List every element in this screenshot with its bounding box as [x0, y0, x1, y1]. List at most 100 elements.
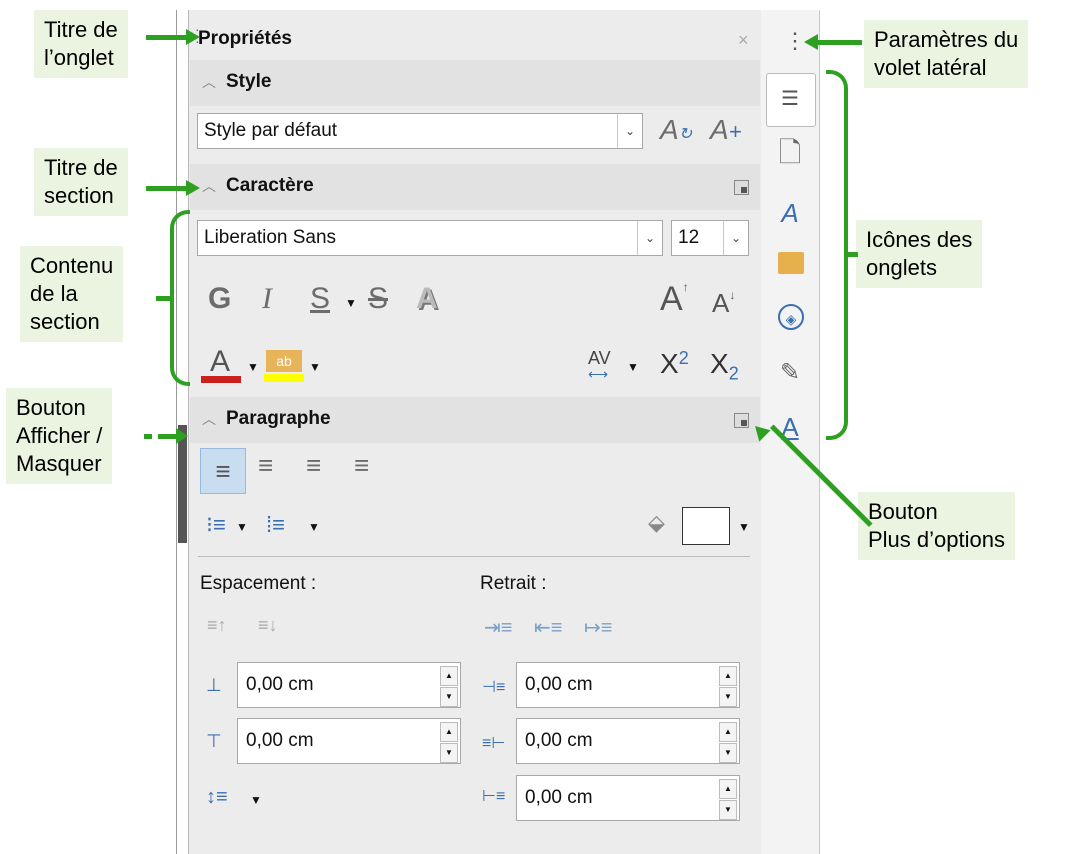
line-spacing-dropdown-icon[interactable]: ▼ — [250, 793, 262, 807]
highlight-icon[interactable]: ab — [266, 350, 302, 372]
style-combobox[interactable]: Style par défaut ⌄ — [197, 113, 643, 149]
grow-font-label: A — [660, 280, 683, 318]
first-line-indent-field[interactable]: 0,00 cm ▲ ▼ — [516, 775, 740, 821]
annotation-tab-title: Titre de l’onglet — [34, 10, 128, 78]
section-title: Style — [226, 71, 272, 92]
shrink-font-button[interactable]: A↓ — [712, 288, 735, 319]
superscript-button[interactable]: X2 — [660, 348, 689, 380]
chevron-down-icon[interactable]: ⌄ — [637, 221, 662, 255]
arrow-head — [186, 29, 200, 45]
section-header-style[interactable]: ︿ Style — [190, 60, 760, 106]
collapse-chevron-icon[interactable]: ︿ — [202, 176, 216, 196]
background-color-swatch[interactable] — [682, 507, 730, 545]
manage-changes-icon[interactable]: ✎ — [775, 358, 805, 388]
font-size-value: 12 — [678, 227, 700, 248]
annotation-sidebar-settings: Paramètres du volet latéral — [864, 20, 1029, 88]
spacing-label: Espacement : — [200, 573, 317, 594]
spin-up-button[interactable]: ▲ — [719, 779, 737, 799]
before-indent-value: 0,00 cm — [525, 674, 593, 695]
styles-icon[interactable]: A — [775, 198, 805, 228]
highlight-label: ab — [276, 353, 292, 369]
align-left-button[interactable]: ≡ — [200, 448, 246, 494]
below-spacing-icon: ⊤ — [206, 731, 222, 751]
subscript-label: X — [710, 348, 729, 379]
spin-down-button[interactable]: ▼ — [440, 743, 458, 763]
superscript-label: X — [660, 348, 679, 379]
font-size-combobox[interactable]: 12 ⌄ — [671, 220, 749, 256]
shadow-button[interactable]: A — [416, 282, 438, 316]
font-name-combobox[interactable]: Liberation Sans ⌄ — [197, 220, 663, 256]
above-spacing-icon: ⊥ — [206, 675, 222, 695]
update-style-icon[interactable]: A↻ — [660, 114, 692, 146]
more-options-button[interactable] — [734, 180, 749, 195]
first-line-indent-value: 0,00 cm — [525, 787, 593, 808]
page-icon[interactable]: 🗋 — [775, 138, 805, 168]
arrow-section-title — [146, 186, 186, 191]
decrease-spacing-icon[interactable]: ≡↓ — [258, 615, 278, 636]
subscript-button[interactable]: X2 — [710, 348, 739, 385]
align-center-button[interactable]: ≡ — [258, 450, 273, 481]
collapse-chevron-icon[interactable]: ︿ — [202, 409, 216, 429]
section-header-character[interactable]: ︿ Caractère — [190, 164, 760, 210]
underline-button[interactable]: S — [310, 282, 330, 316]
italic-button[interactable]: I — [262, 282, 272, 316]
after-indent-field[interactable]: 0,00 cm ▲ ▼ — [516, 718, 740, 764]
spin-up-button[interactable]: ▲ — [719, 722, 737, 742]
before-indent-icon: ⊣≡ — [482, 679, 506, 696]
annotation-section-content: Contenu de la section — [20, 246, 124, 342]
grow-font-button[interactable]: A↑ — [660, 280, 689, 319]
increase-spacing-icon[interactable]: ≡↑ — [207, 615, 227, 636]
navigator-icon[interactable]: ◈ — [778, 304, 804, 330]
spin-up-button[interactable]: ▲ — [440, 666, 458, 686]
annotation-show-hide: Bouton Afficher / Masquer — [6, 388, 113, 484]
hanging-indent-icon[interactable]: ↦≡ — [584, 615, 612, 640]
sidebar-settings-button[interactable]: ⋮ — [784, 28, 806, 54]
strikethrough-button[interactable]: S — [368, 282, 388, 316]
section-header-paragraph[interactable]: ︿ Paragraphe — [190, 397, 760, 443]
character-spacing-button[interactable]: AV ⟷ — [588, 348, 611, 381]
before-indent-field[interactable]: 0,00 cm ▲ ▼ — [516, 662, 740, 708]
underline-dropdown-icon[interactable]: ▼ — [345, 296, 357, 310]
above-spacing-value: 0,00 cm — [246, 674, 314, 695]
above-spacing-field[interactable]: 0,00 cm ▲ ▼ — [237, 662, 461, 708]
bold-button[interactable]: G — [208, 282, 231, 316]
font-color-label: A — [210, 345, 231, 378]
after-indent-value: 0,00 cm — [525, 730, 593, 751]
spin-down-button[interactable]: ▼ — [719, 800, 737, 820]
after-indent-icon: ≡⊢ — [482, 735, 506, 752]
bullets-icon[interactable]: ⁝≡ — [206, 512, 226, 538]
spin-down-button[interactable]: ▼ — [719, 743, 737, 763]
decrease-indent-icon[interactable]: ⇤≡ — [534, 615, 562, 640]
background-dropdown-icon[interactable]: ▼ — [738, 520, 750, 534]
font-color-button[interactable]: A — [210, 345, 230, 379]
collapse-chevron-icon[interactable]: ︿ — [202, 72, 216, 92]
brace-tip — [846, 252, 858, 257]
more-options-button[interactable] — [734, 413, 749, 428]
section-title: Paragraphe — [226, 408, 331, 429]
arrow-show-hide — [158, 434, 178, 439]
below-spacing-field[interactable]: 0,00 cm ▲ ▼ — [237, 718, 461, 764]
superscript-exponent: 2 — [678, 348, 689, 368]
increase-indent-icon[interactable]: ⇥≡ — [484, 615, 512, 640]
arrow-head — [186, 180, 200, 196]
line-spacing-icon[interactable]: ↕≡ — [206, 786, 228, 809]
spin-up-button[interactable]: ▲ — [719, 666, 737, 686]
style-combobox-value: Style par défaut — [204, 120, 338, 141]
numbering-icon[interactable]: ⁞≡ — [266, 512, 285, 538]
gallery-icon[interactable] — [778, 252, 804, 274]
numbering-dropdown-icon[interactable]: ▼ — [308, 520, 320, 534]
spin-down-button[interactable]: ▼ — [440, 687, 458, 707]
highlight-dropdown-icon[interactable]: ▼ — [309, 360, 321, 374]
new-style-icon[interactable]: A+ — [710, 114, 742, 146]
close-icon[interactable]: × — [738, 30, 749, 51]
brace-tab-icons — [826, 70, 848, 440]
spin-up-button[interactable]: ▲ — [440, 722, 458, 742]
chevron-down-icon[interactable]: ⌄ — [617, 114, 642, 148]
spin-down-button[interactable]: ▼ — [719, 687, 737, 707]
chevron-down-icon[interactable]: ⌄ — [723, 221, 748, 255]
spacing-dropdown-icon[interactable]: ▼ — [627, 360, 639, 374]
justify-button[interactable]: ≡ — [354, 450, 369, 481]
align-right-button[interactable]: ≡ — [306, 450, 321, 481]
bullets-dropdown-icon[interactable]: ▼ — [236, 520, 248, 534]
font-color-dropdown-icon[interactable]: ▼ — [247, 360, 259, 374]
